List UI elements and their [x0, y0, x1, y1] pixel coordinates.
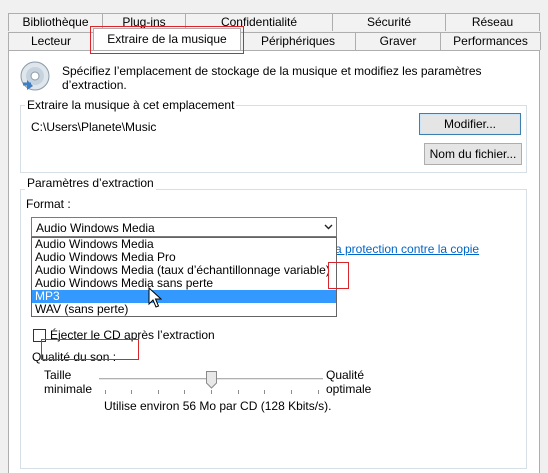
tab-performances[interactable]: Performances — [440, 32, 541, 50]
format-dropdown-list: Audio Windows Media Audio Windows Media … — [31, 237, 337, 317]
copy-protection-link[interactable]: a protection contre la copie — [335, 242, 479, 256]
tab-peripheriques[interactable]: Périphériques — [240, 32, 356, 50]
format-option[interactable]: Audio Windows Media sans perte — [32, 277, 336, 290]
quality-label: Qualité du son : — [32, 350, 117, 364]
slider-tick — [291, 390, 292, 394]
tab-reseau[interactable]: Réseau — [445, 13, 540, 31]
format-label: Format : — [26, 197, 71, 211]
settings-legend: Paramètres d’extraction — [25, 176, 156, 190]
mouse-cursor-icon — [148, 286, 163, 312]
eject-label[interactable]: Éjecter le CD après l’extraction — [50, 328, 215, 342]
slider-tick — [318, 390, 319, 394]
page-description: Spécifiez l’emplacement de stockage de l… — [62, 64, 482, 92]
tab-row-back: Bibliothèque Plug-ins Confidentialité Sé… — [8, 13, 540, 31]
modify-button[interactable]: Modifier... — [419, 113, 521, 135]
quality-info: Utilise environ 56 Mo par CD (128 Kbits/… — [104, 399, 332, 413]
quality-max-label: Qualité optimale — [326, 368, 372, 396]
slider-tick — [131, 390, 132, 394]
format-select[interactable]: Audio Windows Media — [31, 217, 337, 237]
tab-lecteur[interactable]: Lecteur — [8, 32, 94, 50]
slider-tick — [184, 390, 185, 394]
tab-bibliotheque[interactable]: Bibliothèque — [8, 13, 103, 31]
options-panel: Spécifiez l’emplacement de stockage de l… — [8, 50, 540, 473]
slider-tick — [211, 390, 212, 394]
slider-thumb[interactable] — [206, 371, 217, 389]
slider-tick — [264, 390, 265, 394]
cd-rip-icon — [19, 60, 51, 92]
filename-button[interactable]: Nom du fichier... — [424, 143, 522, 165]
format-option[interactable]: WAV (sans perte) — [32, 303, 336, 316]
tab-securite[interactable]: Sécurité — [332, 13, 446, 31]
tab-row-front: Lecteur Extraire de la musique Périphéri… — [8, 28, 541, 50]
slider-tick — [105, 390, 106, 394]
eject-checkbox[interactable] — [33, 329, 46, 342]
quality-min-label: Taille minimale — [44, 368, 93, 396]
format-selected-value: Audio Windows Media — [36, 221, 155, 235]
slider-tick — [158, 390, 159, 394]
location-legend: Extraire la musique à cet emplacement — [25, 98, 237, 112]
music-path: C:\Users\Planete\Music — [31, 120, 157, 134]
tab-extraire-musique[interactable]: Extraire de la musique — [93, 28, 241, 50]
quality-slider[interactable] — [99, 371, 323, 395]
chevron-down-icon[interactable] — [319, 218, 336, 236]
slider-tick — [238, 390, 239, 394]
tab-graver[interactable]: Graver — [355, 32, 441, 50]
